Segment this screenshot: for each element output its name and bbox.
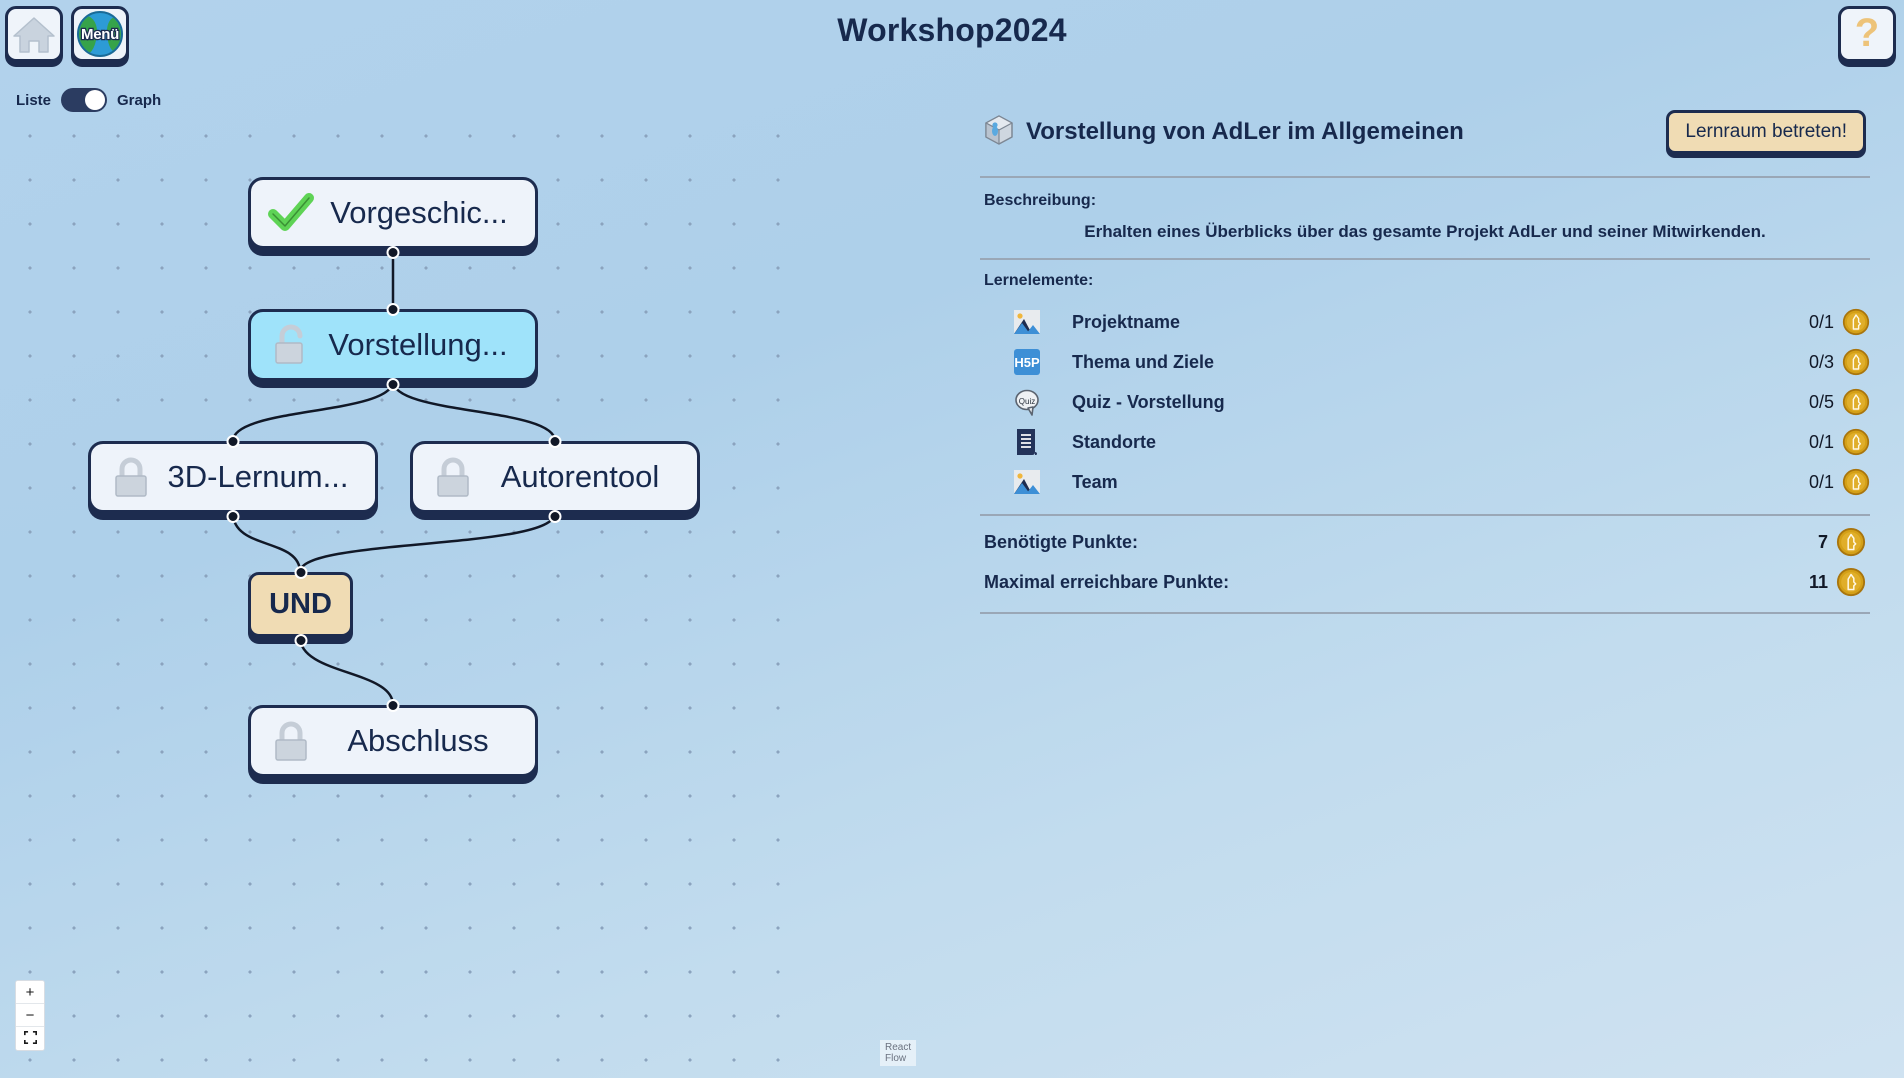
fit-view-button[interactable] (16, 1027, 44, 1050)
element-points: 0/3 (1808, 351, 1834, 372)
graph-node-autorentool[interactable]: Autorentool (410, 435, 700, 523)
list-item[interactable]: H5P Thema und Ziele 0/3 (980, 342, 1870, 382)
coin-icon (1836, 567, 1866, 597)
element-name: Quiz - Vorstellung (1072, 391, 1225, 412)
detail-header: Vorstellung von AdLer im Allgemeinen Ler… (980, 110, 1870, 154)
graph-node-label: Vorstellung... (328, 327, 508, 362)
element-points: 0/1 (1808, 311, 1834, 332)
learning-elements-list: Projektname 0/1 H5P Thema und Ziele 0/3 (980, 302, 1870, 502)
max-points-row: Maximal erreichbare Punkte: 11 (980, 562, 1870, 602)
react-flow-attribution: React Flow (880, 1040, 917, 1066)
coin-icon (1842, 388, 1870, 416)
list-item[interactable]: Team 0/1 (980, 462, 1870, 502)
quiz-icon: Quiz (1010, 385, 1044, 419)
list-item[interactable]: Standorte 0/1 (980, 422, 1870, 462)
svg-text:Quiz: Quiz (1019, 397, 1035, 406)
divider (980, 612, 1870, 614)
zoom-controls[interactable]: + − (16, 981, 44, 1050)
toggle-label-list: Liste (16, 91, 52, 109)
coin-icon (1842, 308, 1870, 336)
description-label: Beschreibung: (984, 192, 1097, 209)
node-handle-bottom[interactable] (226, 510, 240, 523)
help-button[interactable]: ? (1838, 6, 1896, 62)
graph-edges (231, 249, 557, 706)
toggle-label-graph: Graph (117, 91, 162, 109)
image-icon (1010, 305, 1044, 339)
node-handle-top[interactable] (548, 435, 562, 448)
element-name: Standorte (1072, 431, 1157, 452)
graph-node-label: 3D-Lernum... (167, 459, 349, 494)
graph-node-3d-lernumgebung[interactable]: 3D-Lernum... (88, 435, 378, 523)
node-handle-top[interactable] (294, 566, 307, 579)
node-handle-bottom[interactable] (386, 378, 400, 391)
menu-button-label: Menü (80, 24, 121, 44)
element-name: Team (1072, 471, 1118, 492)
check-icon (265, 187, 317, 239)
element-name: Projektname (1072, 311, 1181, 332)
h5p-icon: H5P (1010, 345, 1044, 379)
max-points-value: 11 (1808, 571, 1828, 592)
element-name: Thema und Ziele (1072, 351, 1215, 372)
list-item[interactable]: Quiz Quiz - Vorstellung 0/5 (980, 382, 1870, 422)
graph-node-label: Autorentool (500, 459, 660, 494)
element-points: 0/1 (1808, 431, 1834, 452)
graph-node-label: Vorgeschic... (330, 195, 508, 230)
graph-node-vorgeschichte[interactable]: Vorgeschic... (248, 177, 538, 259)
coin-icon (1836, 527, 1866, 557)
node-handle-bottom[interactable] (548, 510, 562, 523)
graph-node-abschluss[interactable]: Abschluss (248, 699, 538, 777)
node-handle-bottom[interactable] (294, 634, 307, 647)
divider (980, 258, 1870, 260)
required-points-value: 7 (1817, 531, 1828, 552)
detail-title: Vorstellung von AdLer im Allgemeinen (1026, 118, 1464, 145)
required-points-row: Benötigte Punkte: 7 (980, 522, 1870, 562)
node-handle-top[interactable] (226, 435, 240, 448)
graph-node-vorstellung[interactable]: Vorstellung... (248, 303, 538, 391)
zoom-out-button[interactable]: − (16, 1004, 44, 1027)
graph-node-label: UND (269, 588, 332, 620)
required-points-label: Benötigte Punkte: (984, 531, 1139, 552)
detail-panel: Vorstellung von AdLer im Allgemeinen Ler… (980, 110, 1870, 670)
locked-padlock-icon (429, 453, 477, 501)
coin-icon (1842, 428, 1870, 456)
view-mode-toggle[interactable]: Liste Graph (16, 88, 161, 112)
element-points: 0/1 (1808, 471, 1834, 492)
top-bar: Menü Workshop2024 ? (0, 0, 1904, 92)
divider (980, 514, 1870, 516)
node-handle-top[interactable] (386, 303, 400, 316)
enter-learning-room-button[interactable]: Lernraum betreten! (1666, 110, 1866, 154)
zoom-in-button[interactable]: + (16, 981, 44, 1004)
max-points-label: Maximal erreichbare Punkte: (984, 571, 1230, 592)
svg-text:H5P: H5P (1014, 355, 1040, 370)
page-title: Workshop2024 (837, 12, 1067, 48)
unlocked-padlock-icon (267, 321, 315, 369)
divider (980, 176, 1870, 178)
locked-padlock-icon (107, 453, 155, 501)
graph-canvas[interactable]: Vorgeschic... Vorstellung... 3D-Lernum..… (0, 110, 917, 1078)
coin-icon (1842, 348, 1870, 376)
description-text: Erhalten eines Überblicks über das gesam… (1084, 222, 1766, 241)
locked-padlock-icon (267, 717, 315, 765)
graph-node-und[interactable]: UND (248, 566, 353, 647)
toggle-knob (85, 90, 106, 110)
node-handle-bottom[interactable] (386, 246, 400, 259)
view-toggle-switch[interactable] (61, 88, 108, 112)
graph-node-label: Abschluss (347, 723, 489, 758)
learning-space-cube-icon (984, 114, 1014, 151)
image-icon (1010, 465, 1044, 499)
elements-label: Lernelemente: (984, 272, 1094, 289)
element-points: 0/5 (1808, 391, 1834, 412)
node-handle-top[interactable] (386, 699, 400, 712)
question-mark-icon: ? (1854, 10, 1880, 55)
list-item[interactable]: Projektname 0/1 (980, 302, 1870, 342)
coin-icon (1842, 468, 1870, 496)
fit-view-icon (23, 1031, 37, 1044)
text-doc-icon (1010, 425, 1044, 459)
